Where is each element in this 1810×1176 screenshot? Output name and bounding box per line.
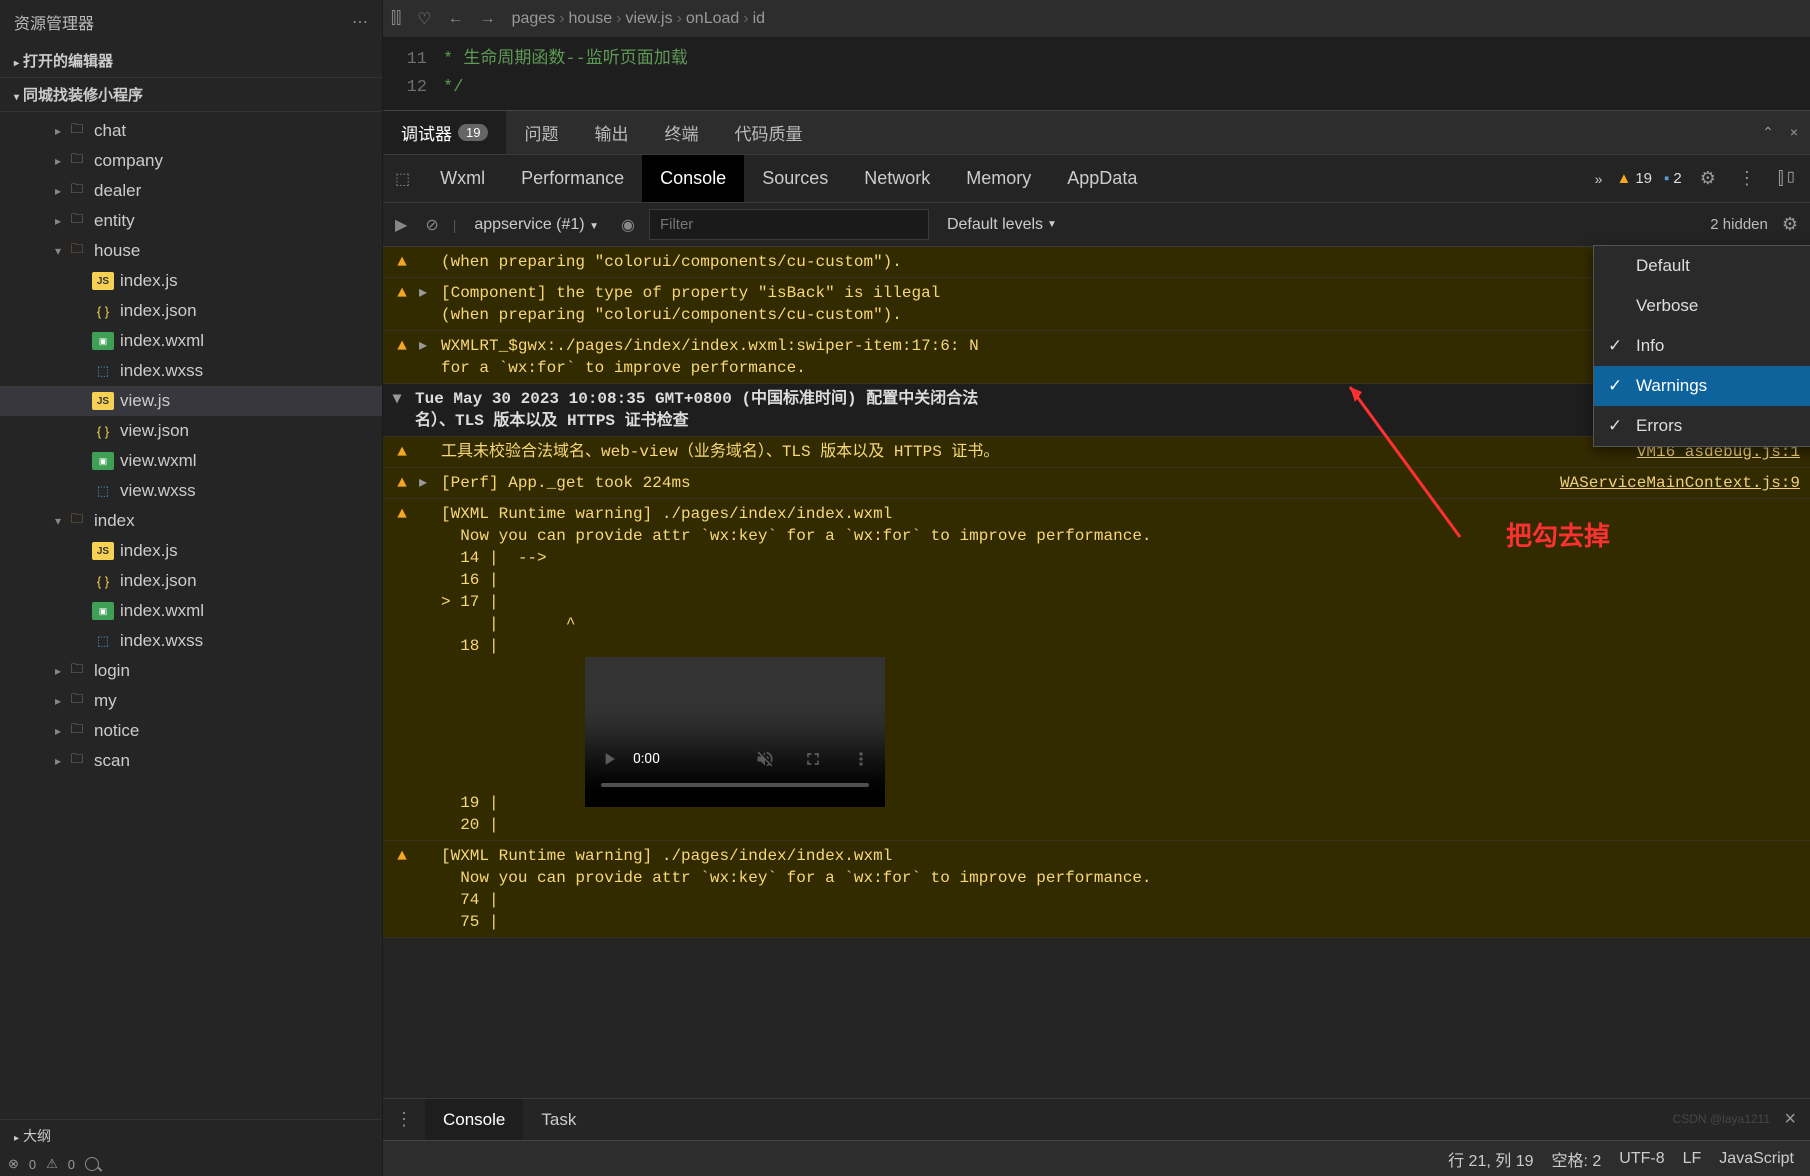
sidebar-status: ⊗0 ⚠0 <box>0 1152 382 1176</box>
file-index.wxml[interactable]: ▣index.wxml <box>0 326 382 356</box>
levels-dropdown: DefaultVerbose✓Info✓Warnings✓Errors <box>1593 245 1810 447</box>
bottom-more-icon[interactable]: ⋮ <box>383 1109 425 1130</box>
bottom-tab-task[interactable]: Task <box>523 1099 594 1140</box>
folder-dealer[interactable]: ▸🗀dealer <box>0 176 382 206</box>
folder-chat[interactable]: ▸🗀chat <box>0 116 382 146</box>
close-icon[interactable]: × <box>1770 1108 1810 1131</box>
kebab-icon[interactable]: ⋮ <box>1734 164 1760 193</box>
info-icon: ▪ <box>1664 170 1669 187</box>
close-icon[interactable]: × <box>1790 124 1798 141</box>
level-default[interactable]: Default <box>1594 246 1810 286</box>
play-icon[interactable]: ▶ <box>391 211 411 239</box>
eye-icon[interactable]: ◉ <box>617 211 639 239</box>
folder-notice[interactable]: ▸🗀notice <box>0 716 382 746</box>
main-tab-代码质量[interactable]: 代码质量 <box>716 111 820 154</box>
devtools-sub-tabs: ⬚ WxmlPerformanceConsoleSourcesNetworkMe… <box>383 155 1810 203</box>
devtools-main-tabs: 调试器 19问题输出终端代码质量 ⌃ × <box>383 111 1810 155</box>
file-index.json[interactable]: { }index.json <box>0 566 382 596</box>
open-editors-section[interactable]: ▸打开的编辑器 <box>0 44 382 78</box>
main-tab-输出[interactable]: 输出 <box>576 111 646 154</box>
file-index.wxml[interactable]: ▣index.wxml <box>0 596 382 626</box>
file-index.json[interactable]: { }index.json <box>0 296 382 326</box>
file-view.wxss[interactable]: ⬚view.wxss <box>0 476 382 506</box>
line-col[interactable]: 行 21, 列 19 <box>1448 1147 1533 1171</box>
file-view.json[interactable]: { }view.json <box>0 416 382 446</box>
folder-house[interactable]: ▾🗀house <box>0 236 382 266</box>
file-index.js[interactable]: JSindex.js <box>0 536 382 566</box>
console-row[interactable]: ▲▸[Perf] App._get took 224msWAServiceMai… <box>383 468 1810 499</box>
main-tab-问题[interactable]: 问题 <box>506 111 576 154</box>
chevron-up-icon[interactable]: ⌃ <box>1762 124 1774 141</box>
sub-tab-memory[interactable]: Memory <box>948 155 1049 202</box>
sub-tab-console[interactable]: Console <box>642 155 744 202</box>
console-row[interactable]: ▲[WXML Runtime warning] ./pages/index/in… <box>383 499 1810 841</box>
eol[interactable]: LF <box>1683 1150 1702 1168</box>
settings-icon[interactable]: ⚙ <box>1696 164 1720 193</box>
sub-tab-appdata[interactable]: AppData <box>1049 155 1155 202</box>
encoding[interactable]: UTF-8 <box>1619 1150 1664 1168</box>
sub-tab-network[interactable]: Network <box>846 155 948 202</box>
file-index.js[interactable]: JSindex.js <box>0 266 382 296</box>
folder-login[interactable]: ▸🗀login <box>0 656 382 686</box>
nav-back-icon[interactable]: ← <box>448 10 464 28</box>
explorer-header: 资源管理器 ⋯ <box>0 0 382 44</box>
folder-index[interactable]: ▾🗀index <box>0 506 382 536</box>
nav-fwd-icon[interactable]: → <box>480 10 496 28</box>
hidden-count[interactable]: 2 hidden <box>1710 216 1768 233</box>
context-select[interactable]: appservice (#1) ▼ <box>466 212 607 238</box>
folder-my[interactable]: ▸🗀my <box>0 686 382 716</box>
level-verbose[interactable]: Verbose <box>1594 286 1810 326</box>
split-icon[interactable]: ⫿⫿ <box>391 10 401 28</box>
dock-icon[interactable]: ⫿▯ <box>1774 164 1802 193</box>
file-view.wxml[interactable]: ▣view.wxml <box>0 446 382 476</box>
folder-scan[interactable]: ▸🗀scan <box>0 746 382 776</box>
editor[interactable]: 1112 * 生命周期函数--监听页面加载*/ <box>383 38 1810 110</box>
warning-icon: ▲ <box>1616 170 1631 187</box>
file-index.wxss[interactable]: ⬚index.wxss <box>0 356 382 386</box>
sidebar: 资源管理器 ⋯ ▸打开的编辑器 ▾同城找装修小程序 ▸🗀chat▸🗀compan… <box>0 0 383 1176</box>
folder-entity[interactable]: ▸🗀entity <box>0 206 382 236</box>
breadcrumb[interactable]: pages›house›view.js›onLoad›id <box>512 10 765 28</box>
console-toolbar: ▶ ⊘ | appservice (#1) ▼ ◉ Default levels… <box>383 203 1810 247</box>
lang-mode[interactable]: JavaScript <box>1719 1150 1794 1168</box>
filter-input[interactable] <box>649 209 929 240</box>
sub-tab-performance[interactable]: Performance <box>503 155 642 202</box>
bottom-tabs: ⋮ ConsoleTask × <box>383 1098 1810 1140</box>
console-row[interactable]: ▲[WXML Runtime warning] ./pages/index/in… <box>383 841 1810 938</box>
sub-tab-wxml[interactable]: Wxml <box>422 155 503 202</box>
more-tabs-icon[interactable]: » <box>1595 171 1603 187</box>
more-icon[interactable]: ⋯ <box>352 12 368 32</box>
level-warnings[interactable]: ✓Warnings <box>1594 366 1810 406</box>
inspect-icon[interactable]: ⬚ <box>391 165 414 193</box>
status-bar: 行 21, 列 19 空格: 2 UTF-8 LF JavaScript <box>383 1140 1810 1176</box>
editor-top-bar: ⫿⫿ ♡ ← → pages›house›view.js›onLoad›id <box>383 0 1810 38</box>
main-tab-调试器[interactable]: 调试器 19 <box>383 111 506 154</box>
folder-company[interactable]: ▸🗀company <box>0 146 382 176</box>
main-tab-终端[interactable]: 终端 <box>646 111 716 154</box>
sub-tab-sources[interactable]: Sources <box>744 155 846 202</box>
file-index.wxss[interactable]: ⬚index.wxss <box>0 626 382 656</box>
clear-icon[interactable]: ⊘ <box>421 211 442 239</box>
watermark: CSDN @laya1211 <box>1673 1112 1770 1126</box>
indent[interactable]: 空格: 2 <box>1552 1147 1602 1171</box>
file-tree: ▸🗀chat▸🗀company▸🗀dealer▸🗀entity▾🗀houseJS… <box>0 112 382 1119</box>
levels-select[interactable]: Default levels ▼ <box>939 212 1065 238</box>
search-icon[interactable] <box>85 1157 99 1171</box>
level-info[interactable]: ✓Info <box>1594 326 1810 366</box>
bottom-tab-console[interactable]: Console <box>425 1099 523 1140</box>
project-section[interactable]: ▾同城找装修小程序 <box>0 78 382 112</box>
devtools-panel: 调试器 19问题输出终端代码质量⌃× ⬚ WxmlPerformanceCons… <box>383 110 1810 1176</box>
level-errors[interactable]: ✓Errors <box>1594 406 1810 446</box>
bookmark-icon[interactable]: ♡ <box>417 9 431 29</box>
console-settings-icon[interactable]: ⚙ <box>1778 210 1802 239</box>
file-view.js[interactable]: JSview.js <box>0 386 382 416</box>
outline-section[interactable]: ▸大纲 <box>0 1119 382 1152</box>
warnings-badge[interactable]: ▲ 19 ▪ 2 <box>1616 170 1681 187</box>
